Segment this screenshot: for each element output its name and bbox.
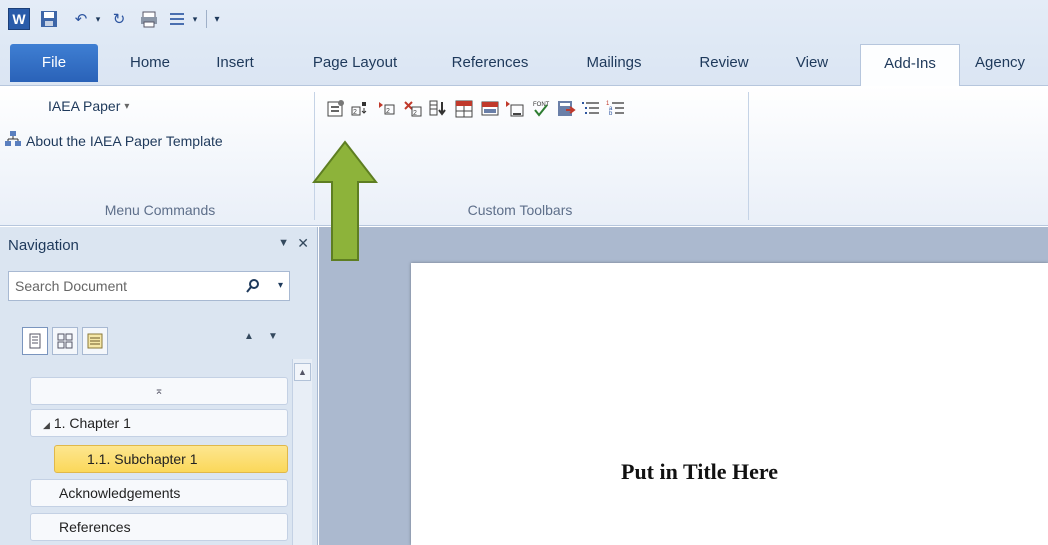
ribbon: IAEA Paper ▾ About the IAEA Paper Templa… (0, 86, 1048, 226)
save-icon[interactable] (38, 8, 60, 30)
document-area: Put in Title Here (319, 227, 1048, 545)
search-placeholder: Search Document (15, 278, 128, 294)
browse-results-icon[interactable] (82, 327, 108, 355)
format-icon[interactable] (168, 8, 190, 30)
search-input[interactable]: Search Document ▾ (8, 271, 290, 301)
annotation-arrow-icon (312, 140, 378, 261)
document-title[interactable]: Put in Title Here (621, 459, 778, 485)
table-header-icon[interactable] (453, 98, 475, 120)
tab-page-layout[interactable]: Page Layout (300, 44, 410, 82)
book-review-icon[interactable] (555, 98, 577, 120)
nav-item-label: 1. Chapter 1 (53, 415, 131, 431)
print-preview-icon[interactable] (138, 8, 160, 30)
customize-qat-icon[interactable]: ▾ (210, 8, 224, 30)
navigation-title: Navigation (8, 237, 79, 254)
svg-text:2: 2 (386, 108, 390, 115)
properties-icon[interactable] (325, 98, 347, 120)
tab-home[interactable]: Home (115, 44, 185, 82)
tab-references[interactable]: References (440, 44, 540, 82)
svg-text:b: b (609, 111, 613, 117)
iaea-paper-button[interactable]: IAEA Paper ▾ (48, 98, 129, 114)
tab-file[interactable]: File (10, 44, 98, 82)
numbered-list-icon[interactable]: 1ab (605, 98, 627, 120)
about-template-button[interactable]: About the IAEA Paper Template (4, 130, 223, 151)
list-item[interactable]: ◢ 1. Chapter 1 (30, 409, 288, 437)
navigation-pane: Navigation ▼ ✕ Search Document ▾ ▲ ▼ ⌅ ◢… (0, 227, 318, 545)
tab-review[interactable]: Review (686, 44, 762, 82)
redo-icon[interactable]: ↻ (108, 8, 130, 30)
quick-access-toolbar: W ↶ ▾ ↻ ▾ ▾ (0, 0, 1048, 40)
list-item[interactable]: 1.1. Subchapter 1 (54, 445, 288, 473)
org-chart-icon (4, 130, 22, 151)
about-template-label: About the IAEA Paper Template (26, 132, 223, 149)
font-check-icon[interactable]: FONT (530, 98, 552, 120)
search-options-icon[interactable]: ▾ (278, 280, 283, 291)
tab-view[interactable]: View (782, 44, 842, 82)
document-page[interactable]: Put in Title Here (411, 263, 1048, 545)
collapse-all-button[interactable]: ⌅ (30, 377, 288, 405)
tab-insert[interactable]: Insert (200, 44, 270, 82)
expand-triangle-icon: ◢ (43, 420, 50, 430)
close-icon[interactable]: ✕ (297, 235, 309, 252)
caption-table-icon[interactable] (479, 98, 501, 120)
tab-mailings[interactable]: Mailings (570, 44, 658, 82)
field-pointer-icon[interactable]: 2 (376, 98, 398, 120)
browse-pages-icon[interactable] (52, 327, 78, 355)
search-icon[interactable] (245, 278, 261, 298)
ribbon-tabs: File Home Insert Page Layout References … (0, 40, 1048, 87)
svg-text:FONT: FONT (533, 102, 550, 108)
insert-caption-icon[interactable] (504, 98, 526, 120)
undo-dropdown-icon[interactable]: ▾ (92, 8, 104, 30)
list-item[interactable]: References (30, 513, 288, 541)
qat-separator (206, 10, 207, 28)
next-heading-icon[interactable]: ▼ (268, 331, 278, 342)
group-label-custom-toolbars: Custom Toolbars (467, 202, 573, 218)
pane-options-icon[interactable]: ▼ (278, 237, 289, 249)
insert-table-row-icon[interactable] (427, 98, 449, 120)
group-separator (748, 92, 749, 220)
bullet-list-icon[interactable] (580, 98, 602, 120)
scroll-up-icon[interactable]: ▲ (294, 363, 311, 381)
undo-icon[interactable]: ↶ (70, 8, 92, 30)
chevron-down-icon: ▾ (124, 100, 130, 112)
previous-heading-icon[interactable]: ▲ (244, 331, 254, 342)
word-logo-icon[interactable]: W (8, 8, 30, 30)
insert-field-icon[interactable]: 2 (350, 98, 372, 120)
tab-add-ins[interactable]: Add-Ins (860, 44, 960, 87)
group-label-menu-commands: Menu Commands (104, 202, 216, 218)
iaea-paper-label: IAEA Paper (48, 98, 121, 114)
browse-headings-icon[interactable] (22, 327, 48, 355)
tab-agency[interactable]: Agency (975, 44, 1048, 82)
delete-field-icon[interactable]: 2 (402, 98, 424, 120)
list-item[interactable]: Acknowledgements (30, 479, 288, 507)
scrollbar[interactable]: ▲ (292, 359, 312, 545)
format-dropdown-icon[interactable]: ▾ (190, 8, 200, 30)
svg-text:2: 2 (413, 110, 417, 117)
svg-text:2: 2 (353, 109, 357, 116)
